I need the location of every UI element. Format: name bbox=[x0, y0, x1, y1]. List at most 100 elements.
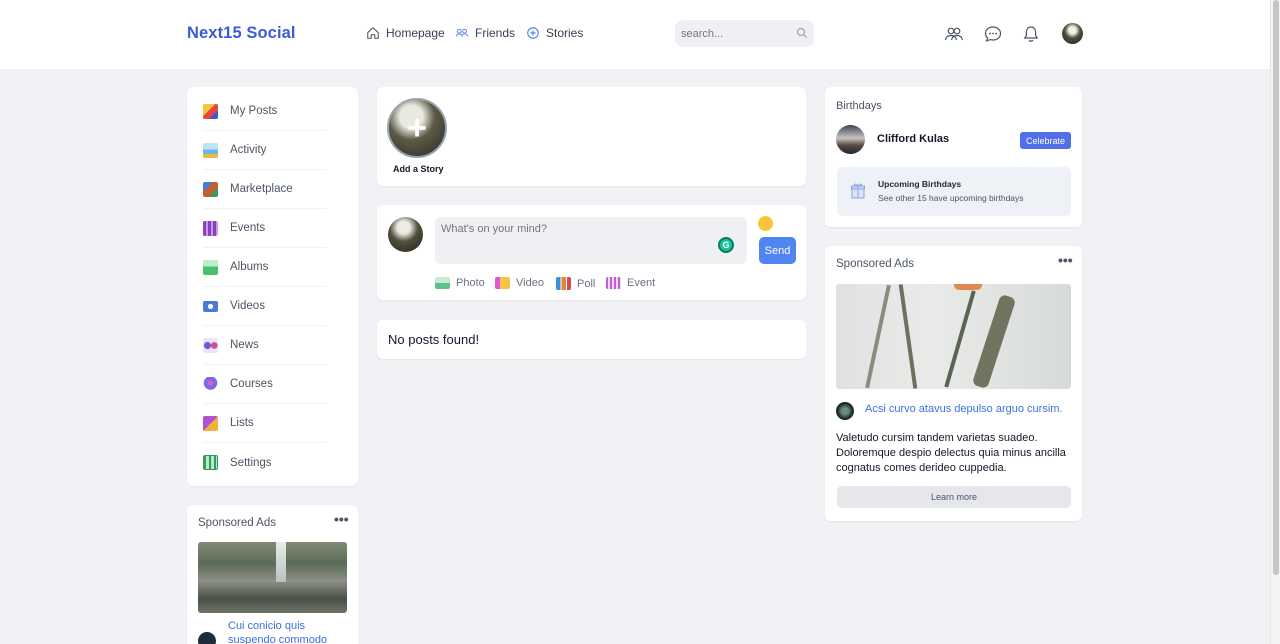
learn-more-button[interactable]: Learn more bbox=[837, 486, 1071, 508]
emoji-icon[interactable] bbox=[758, 216, 773, 231]
menu-item-videos[interactable]: Videos bbox=[203, 287, 327, 326]
add-story-label[interactable]: Add a Story bbox=[393, 164, 444, 174]
ad-avatar bbox=[198, 632, 216, 644]
nav-friends[interactable]: Friends bbox=[455, 26, 515, 40]
menu-label: Marketplace bbox=[230, 183, 293, 195]
post-composer: G Send Photo Video Poll Event bbox=[377, 205, 806, 300]
poll-icon bbox=[556, 277, 571, 290]
people-icon[interactable] bbox=[944, 24, 964, 44]
page-scrollbar[interactable] bbox=[1270, 0, 1280, 644]
attach-poll[interactable]: Poll bbox=[556, 277, 595, 290]
stories-card: + Add a Story bbox=[377, 87, 806, 186]
courses-icon bbox=[203, 376, 218, 392]
empty-feed-text: No posts found! bbox=[388, 332, 480, 347]
activity-icon bbox=[203, 142, 218, 158]
birthdays-card: Birthdays Clifford Kulas Celebrate Upcom… bbox=[825, 87, 1082, 227]
scrollbar-thumb[interactable] bbox=[1273, 0, 1279, 575]
video-icon bbox=[495, 277, 510, 289]
more-options-icon[interactable]: ••• bbox=[1058, 252, 1073, 268]
ad-image-arm bbox=[971, 293, 1017, 389]
menu-label: Courses bbox=[230, 378, 273, 390]
plus-icon: + bbox=[407, 109, 427, 147]
menu-item-settings[interactable]: Settings bbox=[203, 443, 327, 482]
lists-icon bbox=[203, 415, 218, 431]
notifications-icon[interactable] bbox=[1021, 24, 1041, 44]
attach-event[interactable]: Event bbox=[606, 277, 655, 289]
menu-item-marketplace[interactable]: Marketplace bbox=[203, 170, 327, 209]
posts-icon bbox=[203, 103, 218, 119]
menu-item-lists[interactable]: Lists bbox=[203, 404, 327, 443]
ad-avatar bbox=[836, 402, 854, 420]
events-icon bbox=[203, 220, 218, 236]
ad-image-stand bbox=[865, 284, 891, 389]
send-button[interactable]: Send bbox=[759, 237, 796, 264]
nav-stories[interactable]: Stories bbox=[526, 26, 583, 40]
menu-label: My Posts bbox=[230, 105, 278, 117]
menu-item-albums[interactable]: Albums bbox=[203, 248, 327, 287]
ad-image-stand bbox=[898, 284, 918, 389]
upcoming-birthdays-title: Upcoming Birthdays bbox=[878, 179, 962, 189]
composer-avatar bbox=[388, 217, 423, 252]
ad-image[interactable] bbox=[836, 284, 1071, 389]
search-bar bbox=[675, 20, 814, 47]
event-icon bbox=[606, 277, 621, 289]
nav-friends-label: Friends bbox=[475, 26, 516, 40]
menu-item-news[interactable]: News bbox=[203, 326, 327, 365]
news-icon bbox=[203, 337, 218, 353]
attach-label: Video bbox=[516, 277, 544, 289]
ad-image[interactable] bbox=[198, 542, 347, 613]
photo-icon bbox=[435, 277, 450, 289]
attach-photo[interactable]: Photo bbox=[435, 277, 485, 289]
feed-empty-card: No posts found! bbox=[377, 320, 806, 359]
menu-item-courses[interactable]: Courses bbox=[203, 365, 327, 404]
marketplace-icon bbox=[203, 181, 218, 197]
attach-label: Event bbox=[627, 277, 656, 289]
user-avatar[interactable] bbox=[1062, 23, 1083, 44]
ad-image-accent bbox=[954, 284, 982, 290]
birthday-avatar[interactable] bbox=[836, 125, 865, 154]
attach-video[interactable]: Video bbox=[495, 277, 544, 289]
ad-link[interactable]: Cui conicio quis suspendo commodo bbox=[228, 619, 343, 644]
search-icon[interactable] bbox=[796, 27, 808, 39]
ad-link[interactable]: Acsi curvo atavus depulso arguo cursim. bbox=[865, 403, 1062, 415]
ad-image-stand bbox=[944, 290, 976, 388]
brand-logo[interactable]: Next15 Social bbox=[187, 24, 296, 43]
left-sponsored-ads: Sponsored Ads ••• Cui conicio quis suspe… bbox=[187, 505, 358, 644]
birthdays-title: Birthdays bbox=[836, 100, 882, 112]
add-story-avatar[interactable]: + bbox=[387, 98, 447, 158]
menu-label: News bbox=[230, 339, 259, 351]
ads-title: Sponsored Ads bbox=[198, 517, 277, 529]
nav-homepage[interactable]: Homepage bbox=[366, 26, 445, 40]
albums-icon bbox=[203, 259, 218, 275]
attach-label: Poll bbox=[577, 277, 596, 290]
left-menu: My Posts Activity Marketplace Events Alb… bbox=[187, 87, 358, 486]
menu-label: Albums bbox=[230, 261, 269, 273]
messages-icon[interactable] bbox=[983, 24, 1003, 44]
menu-item-activity[interactable]: Activity bbox=[203, 131, 327, 170]
composer-input-box: G bbox=[435, 217, 747, 264]
nav-homepage-label: Homepage bbox=[386, 26, 445, 40]
menu-item-events[interactable]: Events bbox=[203, 209, 327, 248]
ad-body: Valetudo cursim tandem varietas suadeo. … bbox=[836, 432, 1066, 474]
home-icon bbox=[367, 27, 379, 39]
grammarly-icon[interactable]: G bbox=[718, 237, 734, 253]
friends-icon bbox=[455, 28, 469, 37]
upcoming-birthdays-text: See other 15 have upcoming birthdays bbox=[878, 193, 1024, 203]
ads-title: Sponsored Ads bbox=[836, 258, 915, 270]
menu-label: Videos bbox=[230, 300, 265, 312]
menu-label: Lists bbox=[230, 417, 254, 429]
gift-icon bbox=[851, 183, 865, 199]
top-navbar: Next15 Social Homepage Friends Stories bbox=[0, 0, 1270, 69]
menu-label: Events bbox=[230, 222, 266, 234]
search-input[interactable] bbox=[681, 25, 791, 42]
celebrate-button[interactable]: Celebrate bbox=[1020, 132, 1071, 149]
attach-label: Photo bbox=[456, 277, 485, 289]
stories-icon bbox=[527, 27, 539, 39]
videos-icon bbox=[203, 300, 218, 312]
birthday-person-name[interactable]: Clifford Kulas bbox=[877, 133, 949, 145]
more-options-icon[interactable]: ••• bbox=[334, 511, 349, 527]
post-textarea[interactable] bbox=[441, 223, 711, 253]
ad-image-waterfall bbox=[276, 542, 286, 582]
upcoming-birthdays[interactable]: Upcoming Birthdays See other 15 have upc… bbox=[837, 167, 1071, 216]
menu-item-my-posts[interactable]: My Posts bbox=[203, 92, 327, 131]
